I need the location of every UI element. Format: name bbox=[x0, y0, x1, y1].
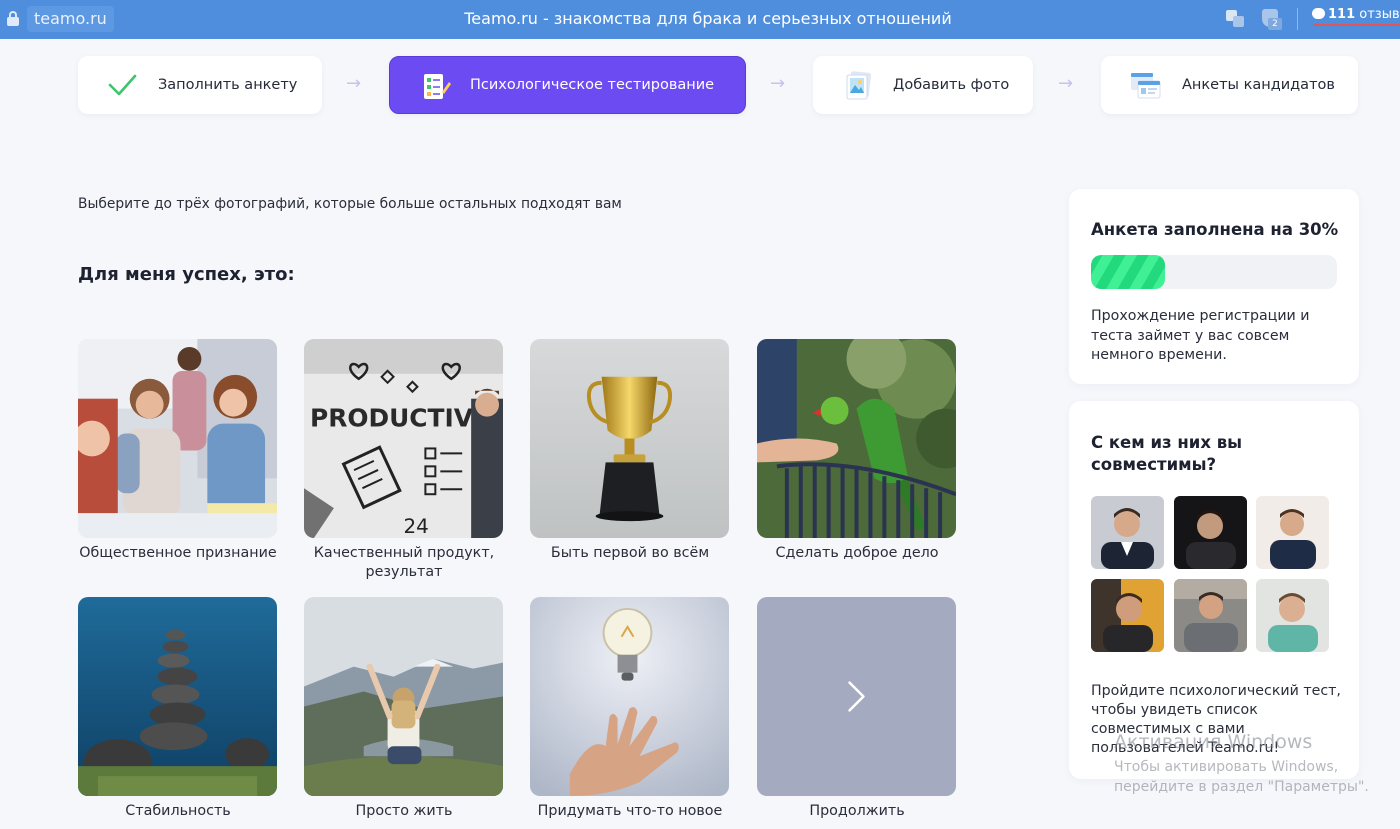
window-title: Teamo.ru - знакомства для брака и серьез… bbox=[464, 9, 952, 28]
test-question: Для меня успех, это: bbox=[78, 264, 295, 285]
shield-extension-icon[interactable]: 2 bbox=[1262, 9, 1282, 30]
step-label: Анкеты кандидатов bbox=[1182, 77, 1335, 93]
reviews-count: 111 bbox=[1328, 7, 1356, 22]
option-caption: Стабильность bbox=[125, 803, 231, 819]
progress-description: Прохождение регистрации и теста займет у… bbox=[1091, 308, 1310, 363]
address-bar[interactable]: teamo.ru bbox=[27, 6, 114, 32]
lightbulb-hand-photo bbox=[530, 597, 729, 796]
profiles-icon bbox=[1129, 69, 1161, 101]
reviews-underline bbox=[1313, 24, 1400, 26]
toolbar-divider bbox=[1297, 8, 1298, 30]
compatibility-title: С кем из них вы совместимы? bbox=[1091, 433, 1243, 474]
parrot-feeding-photo bbox=[757, 339, 956, 538]
poster-number: 24 bbox=[404, 515, 429, 538]
option-caption: Сделать доброе дело bbox=[775, 545, 939, 561]
step-label: Психологическое тестирование bbox=[470, 77, 715, 93]
productivity-wall-photo: PRODUCTIVITY 24 bbox=[304, 339, 503, 538]
candidate-avatar bbox=[1174, 579, 1247, 652]
golden-trophy-photo bbox=[530, 339, 729, 538]
chat-bubble-icon bbox=[1312, 8, 1325, 19]
progress-bar bbox=[1091, 255, 1337, 289]
chevron-right-icon bbox=[848, 681, 865, 712]
step-label: Добавить фото bbox=[893, 77, 1010, 93]
progress-title: Анкета заполнена на 30% bbox=[1091, 220, 1339, 239]
photo-icon bbox=[843, 69, 875, 101]
candidate-avatar bbox=[1256, 496, 1329, 569]
compatibility-card: С кем из них вы совместимы? Пройдите пси… bbox=[1069, 401, 1359, 779]
option-caption: Продолжить bbox=[809, 803, 905, 819]
option-caption: Придумать что-то новое bbox=[537, 803, 723, 819]
arrow-right-icon: → bbox=[346, 73, 362, 94]
candidate-avatar bbox=[1256, 579, 1329, 652]
checkmark-icon bbox=[106, 69, 138, 101]
step-add-photo[interactable]: Добавить фото bbox=[813, 56, 1033, 114]
reviews-label: отзыво bbox=[1359, 7, 1400, 22]
arrow-right-icon: → bbox=[770, 73, 786, 94]
continue-tile bbox=[757, 597, 956, 796]
progress-fill bbox=[1091, 255, 1165, 289]
watermark-title: Активация Windows bbox=[1114, 731, 1313, 753]
candidate-avatar bbox=[1091, 496, 1164, 569]
candidate-avatar bbox=[1091, 579, 1164, 652]
translate-icon[interactable] bbox=[1226, 9, 1246, 29]
candidate-avatar bbox=[1174, 496, 1247, 569]
applauding-people-photo bbox=[78, 339, 277, 538]
stacked-stones-photo bbox=[78, 597, 277, 796]
arrow-right-icon: → bbox=[1058, 73, 1074, 94]
mountain-girl-photo bbox=[304, 597, 503, 796]
step-fill-profile[interactable]: Заполнить анкету bbox=[78, 56, 322, 114]
test-instruction: Выберите до трёх фотографий, которые бол… bbox=[78, 196, 622, 212]
step-psych-test[interactable]: Психологическое тестирование bbox=[389, 56, 746, 114]
lock-icon bbox=[7, 11, 19, 26]
step-candidates[interactable]: Анкеты кандидатов bbox=[1101, 56, 1358, 114]
option-caption: Просто жить bbox=[355, 803, 453, 819]
shield-badge: 2 bbox=[1268, 18, 1282, 30]
windows-activation-watermark: Активация Windows Чтобы активировать Win… bbox=[1114, 731, 1400, 797]
option-caption: Качественный продукт, результат bbox=[313, 545, 495, 580]
progress-card: Анкета заполнена на 30% Прохождение реги… bbox=[1069, 189, 1359, 384]
option-caption: Быть первой во всём bbox=[550, 545, 710, 561]
step-label: Заполнить анкету bbox=[158, 77, 298, 93]
option-caption: Общественное признание bbox=[79, 545, 277, 561]
browser-bar: teamo.ru Teamo.ru - знакомства для брака… bbox=[0, 0, 1400, 39]
test-checklist-icon bbox=[420, 70, 452, 102]
watermark-text: Чтобы активировать Windows, перейдите в … bbox=[1114, 759, 1369, 795]
